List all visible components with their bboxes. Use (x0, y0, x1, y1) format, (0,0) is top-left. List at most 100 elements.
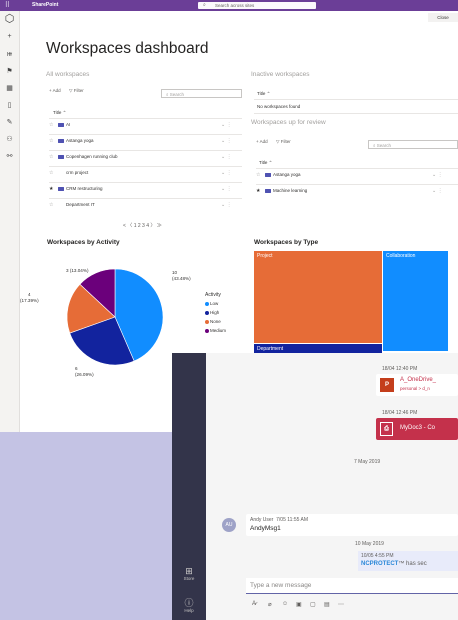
bot-text: has sec (406, 561, 427, 567)
file-name: A_OneDrive_ (400, 377, 437, 383)
inactive-workspaces-title: Inactive workspaces (251, 71, 310, 78)
review-title-column-header[interactable]: Title ⌃ (259, 160, 272, 166)
page-title: Workspaces dashboard (46, 40, 209, 57)
column-title: Title (53, 110, 62, 115)
teams-icon (265, 188, 271, 193)
row-actions-icon[interactable]: ⌄ ⋮ (221, 151, 232, 163)
star-icon[interactable]: ☆ (49, 151, 53, 163)
sort-up-icon: ⌃ (266, 91, 271, 96)
list-item[interactable]: ☆ AI ⌄ ⋮ (49, 118, 242, 131)
column-title: Title (257, 91, 266, 96)
row-actions-icon[interactable]: ⌄ ⋮ (221, 183, 232, 195)
row-actions-icon[interactable]: ⌄ ⋮ (221, 199, 232, 211)
row-actions-icon[interactable]: ⌄ ⋮ (221, 167, 232, 179)
close-button[interactable]: Close (428, 13, 458, 22)
edit-icon[interactable]: ✎ (4, 117, 15, 128)
list-item[interactable]: ★ CRM restructuring ⌄ ⋮ (49, 182, 242, 195)
pie-data-label: 3 (13.04%) (66, 268, 89, 273)
inactive-title-column-header[interactable]: Title ⌃ (257, 91, 270, 97)
list-item[interactable]: ☆ Copenhagen running club ⌄ ⋮ (49, 150, 242, 163)
link-icon[interactable]: ⚯ (4, 151, 15, 162)
star-icon[interactable]: ☆ (49, 119, 53, 131)
suite-bar: ⠿ SharePoint ⌕ Search across sites (0, 0, 458, 11)
pie-data-label: (26.09%) (75, 372, 94, 377)
filter-label: Filter (73, 88, 84, 93)
workspace-name: AI (58, 119, 70, 131)
site-search-input[interactable]: ⌕ Search across sites (198, 2, 316, 9)
teams-icon (58, 122, 64, 127)
legend-item-low[interactable]: Low (205, 301, 226, 310)
bot-message-bubble: 10/05 4:55 PM NCPROTECT™ has sec (358, 551, 458, 571)
emoji-icon[interactable]: ☺ (282, 601, 288, 607)
create-icon[interactable]: + (4, 31, 15, 42)
add-button[interactable]: + Add (49, 88, 61, 93)
teams-window: ⊞ Store ⓘ Help 18/04 12:40 PM P A_OneDri… (172, 353, 458, 620)
filter-label: Filter (280, 139, 291, 144)
list-item[interactable]: ☆ Astanga yoga ⌄ ⋮ (256, 168, 458, 181)
list-item[interactable]: ☆ Astanga yoga ⌄ ⋮ (49, 134, 242, 147)
format-icon[interactable]: A̷ (252, 601, 256, 607)
pdf-file-icon: ⎙ (380, 422, 393, 436)
file-attachment-card[interactable]: ⎙ MyDoc3 - Co (376, 418, 458, 440)
search-icon: ⌕ (203, 2, 206, 8)
gif-icon[interactable]: ▣ (296, 601, 302, 608)
flag-icon[interactable]: ⚑ (4, 66, 15, 77)
help-button[interactable]: ⓘ Help (174, 598, 204, 613)
legend-item-medium[interactable]: Medium (205, 328, 226, 337)
legend-item-none[interactable]: None (205, 319, 226, 328)
meet-icon[interactable]: ▤ (324, 601, 330, 608)
file-attachment-card[interactable]: P A_OneDrive_ personal > d_n (376, 374, 458, 396)
list-item[interactable]: ★ Machine learning ⌄ ⋮ (256, 184, 458, 197)
star-icon[interactable]: ☆ (49, 199, 53, 211)
row-actions-icon[interactable]: ⌄ ⋮ (432, 185, 443, 197)
avatar[interactable]: AU (222, 518, 236, 532)
review-add-button[interactable]: + Add (256, 139, 268, 144)
message-text: NCPROTECT™ has sec (361, 561, 427, 567)
workspace-search-input[interactable]: ⌕ Search (161, 89, 242, 98)
grid-icon[interactable]: ▦ (4, 83, 15, 94)
app-name[interactable]: SharePoint (32, 2, 58, 9)
message-header: Andy User 7/05 11:55 AM (250, 517, 308, 523)
date-divider: 10 May 2019 (355, 541, 384, 547)
sites-icon[interactable]: ⲿ (4, 49, 15, 60)
help-icon: ⓘ (184, 598, 194, 608)
legend-swatch (205, 301, 209, 306)
pie-data-label: (17.39%) (20, 298, 39, 303)
more-options-icon[interactable]: ⋯ (338, 601, 344, 608)
all-workspaces-title: All workspaces (46, 71, 90, 78)
people-icon[interactable]: ⚇ (4, 134, 15, 145)
app-launcher-icon[interactable]: ⠿ (3, 1, 12, 10)
row-actions-icon[interactable]: ⌄ ⋮ (432, 169, 443, 181)
store-button[interactable]: ⊞ Store (174, 566, 204, 581)
list-item[interactable]: ☆ crm project ⌄ ⋮ (49, 166, 242, 179)
tile-label: Project (257, 253, 273, 259)
review-search-input[interactable]: ⌕ Search (368, 140, 458, 149)
list-item[interactable]: ☆ Department IT ⌄ ⋮ (49, 198, 242, 211)
message-time: 7/05 11:55 AM (276, 517, 308, 523)
compose-message-input[interactable]: Type a new message (246, 578, 458, 594)
message-timestamp: 18/04 12:46 PM (382, 410, 418, 416)
star-filled-icon[interactable]: ★ (256, 185, 260, 197)
message-timestamp: 18/04 12:40 PM (382, 366, 418, 372)
star-icon[interactable]: ☆ (256, 169, 260, 181)
sharepoint-logo-icon[interactable]: ⬡ (4, 14, 15, 25)
activity-chart-title: Workspaces by Activity (47, 239, 120, 246)
filter-button[interactable]: ▽ Filter (69, 88, 84, 94)
pagination[interactable]: < 〈 1 2 3 4 〉 ≫ (123, 222, 162, 229)
treemap-tile-collaboration[interactable]: Collaboration (383, 251, 448, 351)
pie-data-label: 10 (172, 270, 178, 275)
site-search-placeholder: Search across sites (215, 3, 255, 8)
treemap-tile-project[interactable]: Project (254, 251, 382, 343)
review-workspaces-list: ☆ Astanga yoga ⌄ ⋮ ★ Machine learning ⌄ ⋮ (256, 168, 458, 198)
star-icon[interactable]: ☆ (49, 167, 53, 179)
document-icon[interactable]: ▯ (4, 100, 15, 111)
row-actions-icon[interactable]: ⌄ ⋮ (221, 119, 232, 131)
review-filter-button[interactable]: ▽ Filter (276, 139, 291, 145)
star-filled-icon[interactable]: ★ (49, 183, 53, 195)
sticker-icon[interactable]: ▢ (310, 601, 316, 608)
star-icon[interactable]: ☆ (49, 135, 53, 147)
title-column-header[interactable]: Title ⌃ (53, 110, 66, 116)
legend-item-high[interactable]: High (205, 310, 226, 319)
row-actions-icon[interactable]: ⌄ ⋮ (221, 135, 232, 147)
attach-icon[interactable]: ⌀ (268, 601, 272, 608)
